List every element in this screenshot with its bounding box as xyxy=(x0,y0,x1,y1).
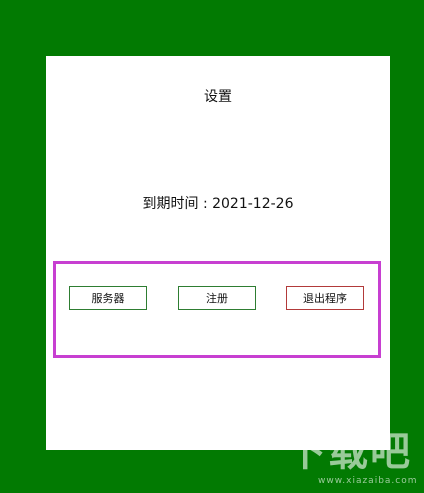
server-button[interactable]: 服务器 xyxy=(69,286,147,310)
watermark-logo: 下载吧 www.xiazaiba.com xyxy=(286,430,422,492)
desktop-background: 设置 到期时间 : 2021-12-26 服务器 注册 退出程序 下载吧 www… xyxy=(0,0,424,493)
watermark-logo-text: 下载吧 xyxy=(286,429,412,475)
dialog-title: 设置 xyxy=(204,89,232,105)
expiry-date-label: 到期时间 : 2021-12-26 xyxy=(142,196,294,212)
settings-dialog: 设置 到期时间 : 2021-12-26 服务器 注册 退出程序 xyxy=(46,56,390,450)
register-button[interactable]: 注册 xyxy=(178,286,256,310)
exit-program-button[interactable]: 退出程序 xyxy=(286,286,364,310)
watermark-url: www.xiazaiba.com xyxy=(318,476,418,486)
